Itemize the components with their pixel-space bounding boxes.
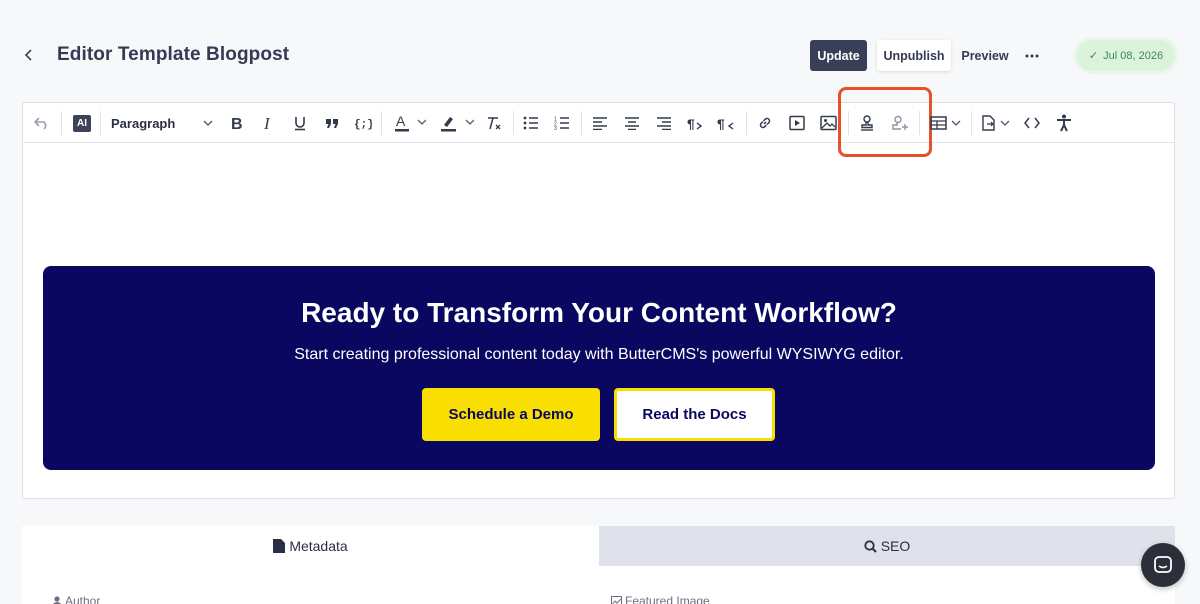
- bold-icon[interactable]: B: [226, 111, 248, 135]
- tab-label: SEO: [880, 538, 911, 554]
- highlighter-icon: [441, 117, 474, 132]
- align-left-icon[interactable]: [589, 111, 611, 135]
- toolbar-divider: [381, 111, 382, 135]
- link-icon[interactable]: [754, 111, 776, 135]
- svg-text:3: 3: [554, 126, 557, 130]
- stamp-icon[interactable]: [856, 111, 878, 135]
- ai-assistant-button[interactable]: AI: [71, 111, 93, 135]
- text-color-icon: A: [395, 114, 426, 132]
- highlight-color-button[interactable]: [436, 111, 478, 135]
- author-label-text: Author: [65, 594, 101, 604]
- video-icon[interactable]: [786, 111, 808, 135]
- cta-banner: Ready to Transform Your Content Workflow…: [43, 266, 1155, 470]
- featured-image-label: Featured Image: [611, 594, 710, 604]
- svg-text:A: A: [396, 114, 406, 129]
- image-icon: [611, 596, 622, 604]
- tab-seo[interactable]: SEO: [599, 526, 1175, 566]
- update-button[interactable]: Update: [810, 40, 867, 71]
- underline-icon[interactable]: [289, 111, 311, 135]
- numbered-list-icon[interactable]: 123: [551, 111, 573, 135]
- table-button[interactable]: [927, 111, 965, 135]
- back-icon[interactable]: [18, 44, 40, 66]
- align-right-icon[interactable]: [653, 111, 675, 135]
- schedule-demo-button[interactable]: Schedule a Demo: [422, 388, 600, 441]
- search-icon: [864, 539, 877, 553]
- bullet-list-icon[interactable]: [520, 111, 542, 135]
- ai-icon: AI: [73, 114, 91, 132]
- accessibility-icon[interactable]: [1053, 111, 1075, 135]
- published-date-badge: ✓ Jul 08, 2026: [1077, 40, 1175, 71]
- author-label: Author: [52, 594, 100, 604]
- toolbar-divider: [919, 111, 920, 135]
- cta-subtitle: Start creating professional content toda…: [294, 346, 904, 363]
- toolbar-divider: [746, 111, 747, 135]
- table-icon: [930, 116, 961, 130]
- chat-widget-button[interactable]: [1141, 543, 1185, 587]
- unpublish-button[interactable]: Unpublish: [877, 40, 951, 71]
- more-options-icon[interactable]: [1020, 40, 1044, 71]
- align-center-icon[interactable]: [621, 111, 643, 135]
- svg-text:B: B: [231, 116, 243, 131]
- chat-icon: [1154, 556, 1172, 573]
- read-docs-button[interactable]: Read the Docs: [614, 388, 775, 441]
- tab-label: Metadata: [289, 538, 348, 554]
- page-header: Editor Template Blogpost Update Unpublis…: [0, 30, 1200, 82]
- text-color-button[interactable]: A: [389, 111, 431, 135]
- toolbar-divider: [848, 111, 849, 135]
- undo-icon[interactable]: [31, 111, 53, 135]
- file-icon: [273, 539, 286, 553]
- highlight-annotation: [838, 87, 932, 157]
- insert-file-icon: [982, 115, 1010, 131]
- cta-title: Ready to Transform Your Content Workflow…: [301, 297, 897, 328]
- block-format-select[interactable]: Paragraph: [107, 111, 217, 135]
- tab-metadata[interactable]: Metadata: [22, 526, 599, 566]
- check-icon: ✓: [1088, 50, 1099, 62]
- toolbar-divider: [61, 111, 62, 135]
- page-title: Editor Template Blogpost: [57, 44, 290, 65]
- add-person-icon[interactable]: [889, 111, 911, 135]
- code-snippet-icon[interactable]: {;}: [351, 111, 375, 135]
- rich-text-editor: AI Paragraph B I {;} A 1 2 3 ¶ ¶ Ready t…: [22, 87, 1175, 499]
- toolbar-divider: [100, 111, 101, 135]
- rtl-direction-icon[interactable]: ¶: [715, 111, 737, 135]
- published-date: Jul 08, 2026: [1103, 49, 1164, 62]
- featured-image-label-text: Featured Image: [625, 594, 710, 604]
- svg-text:{;}: {;}: [354, 119, 372, 130]
- svg-text:I: I: [263, 115, 271, 131]
- italic-icon[interactable]: I: [257, 111, 279, 135]
- block-format-value: Paragraph: [111, 115, 176, 131]
- source-code-icon[interactable]: [1021, 111, 1043, 135]
- clear-formatting-icon[interactable]: [483, 111, 505, 135]
- metadata-fields: Author Featured Image: [22, 566, 1175, 604]
- svg-text:¶: ¶: [687, 116, 695, 130]
- toolbar-divider: [971, 111, 972, 135]
- chevron-down-icon: [203, 120, 213, 126]
- editor-toolbar: AI Paragraph B I {;} A 1 2 3 ¶ ¶: [23, 87, 1174, 157]
- toolbar-divider: [581, 111, 582, 135]
- ltr-direction-icon[interactable]: ¶: [684, 111, 706, 135]
- insert-menu-button[interactable]: [979, 111, 1015, 135]
- svg-text:¶: ¶: [717, 116, 725, 130]
- image-icon[interactable]: [817, 111, 839, 135]
- user-icon: [52, 595, 62, 604]
- toolbar-divider: [513, 111, 514, 135]
- blockquote-icon[interactable]: [321, 111, 343, 135]
- preview-button[interactable]: Preview: [954, 40, 1016, 71]
- metadata-seo-tabs: Metadata SEO: [22, 526, 1175, 566]
